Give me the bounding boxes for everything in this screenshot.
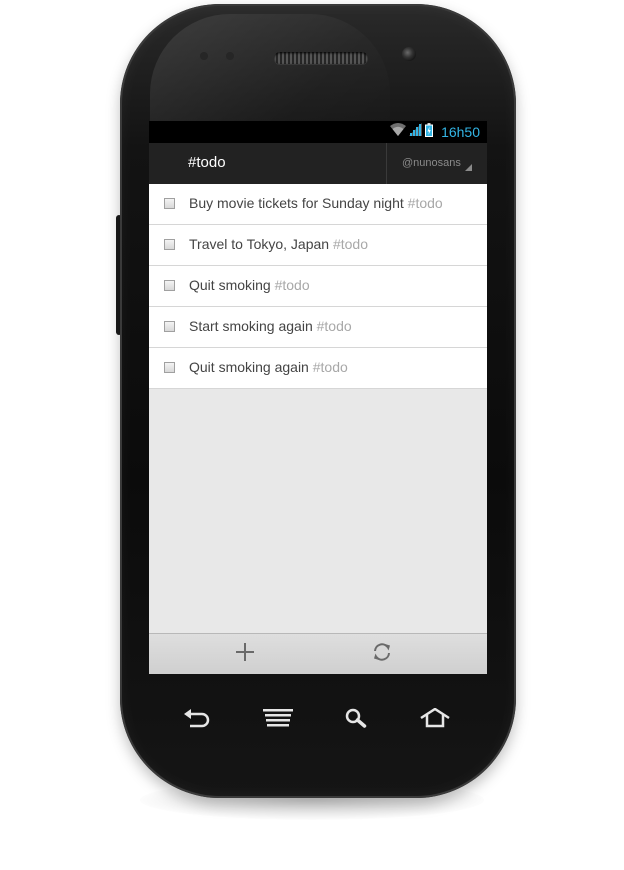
status-icons [390,122,433,142]
spinner-arrow-icon [465,164,472,171]
hardware-nav-keys [149,700,487,740]
todo-tag: #todo [312,359,348,375]
todo-checkbox[interactable] [164,321,175,332]
todo-label: Quit smoking again [189,359,309,375]
account-label: @nunosans [402,157,461,169]
light-sensor [226,52,234,60]
todo-tag: #todo [407,195,443,211]
bottom-action-bar [149,633,487,674]
front-camera [402,47,416,61]
product-stage: 16h50 #todo @nunosans Buy movie tickets … [0,0,624,870]
todo-label: Start smoking again [189,318,313,334]
todo-tag: #todo [332,236,369,252]
back-key[interactable] [174,700,218,740]
todo-checkbox[interactable] [164,239,175,250]
add-todo-button[interactable] [215,634,275,674]
earpiece-speaker [274,52,368,64]
todo-text: Quit smoking #todo [189,277,310,294]
todo-label: Travel to Tokyo, Japan [189,236,330,252]
todo-checkbox[interactable] [164,362,175,373]
todo-item[interactable]: Buy movie tickets for Sunday night #todo [149,184,487,225]
todo-label: Buy movie tickets for Sunday night [189,195,404,211]
todo-text: Quit smoking again #todo [189,359,348,376]
todo-text: Travel to Tokyo, Japan #todo [189,236,368,253]
refresh-button[interactable] [352,634,412,674]
search-icon [345,708,367,733]
todo-tag: #todo [274,277,310,293]
menu-icon [263,708,293,732]
battery-charging-icon [425,122,433,142]
todo-item[interactable]: Quit smoking #todo [149,266,487,307]
status-time: 16h50 [441,124,480,140]
action-bar: #todo @nunosans [149,143,487,185]
account-spinner[interactable]: @nunosans [386,143,487,184]
proximity-sensor [200,52,208,60]
back-icon [182,708,210,733]
menu-key[interactable] [256,700,300,740]
todo-checkbox[interactable] [164,198,175,209]
search-key[interactable] [334,700,378,740]
todo-list: Buy movie tickets for Sunday night #todo… [149,184,487,389]
todo-label: Quit smoking [189,277,271,293]
signal-icon [409,123,422,141]
home-icon [419,707,451,733]
todo-text: Start smoking again #todo [189,318,352,335]
refresh-icon [371,641,393,668]
todo-tag: #todo [316,318,352,334]
wifi-icon [390,123,406,141]
todo-item[interactable]: Quit smoking again #todo [149,348,487,389]
home-key[interactable] [413,700,457,740]
todo-checkbox[interactable] [164,280,175,291]
todo-item[interactable]: Travel to Tokyo, Japan #todo [149,225,487,266]
todo-item[interactable]: Start smoking again #todo [149,307,487,348]
page-title: #todo [188,154,226,171]
plus-icon [235,642,255,667]
todo-text: Buy movie tickets for Sunday night #todo [189,195,443,212]
phone-screen: 16h50 #todo @nunosans Buy movie tickets … [149,121,487,674]
status-bar: 16h50 [149,121,487,143]
